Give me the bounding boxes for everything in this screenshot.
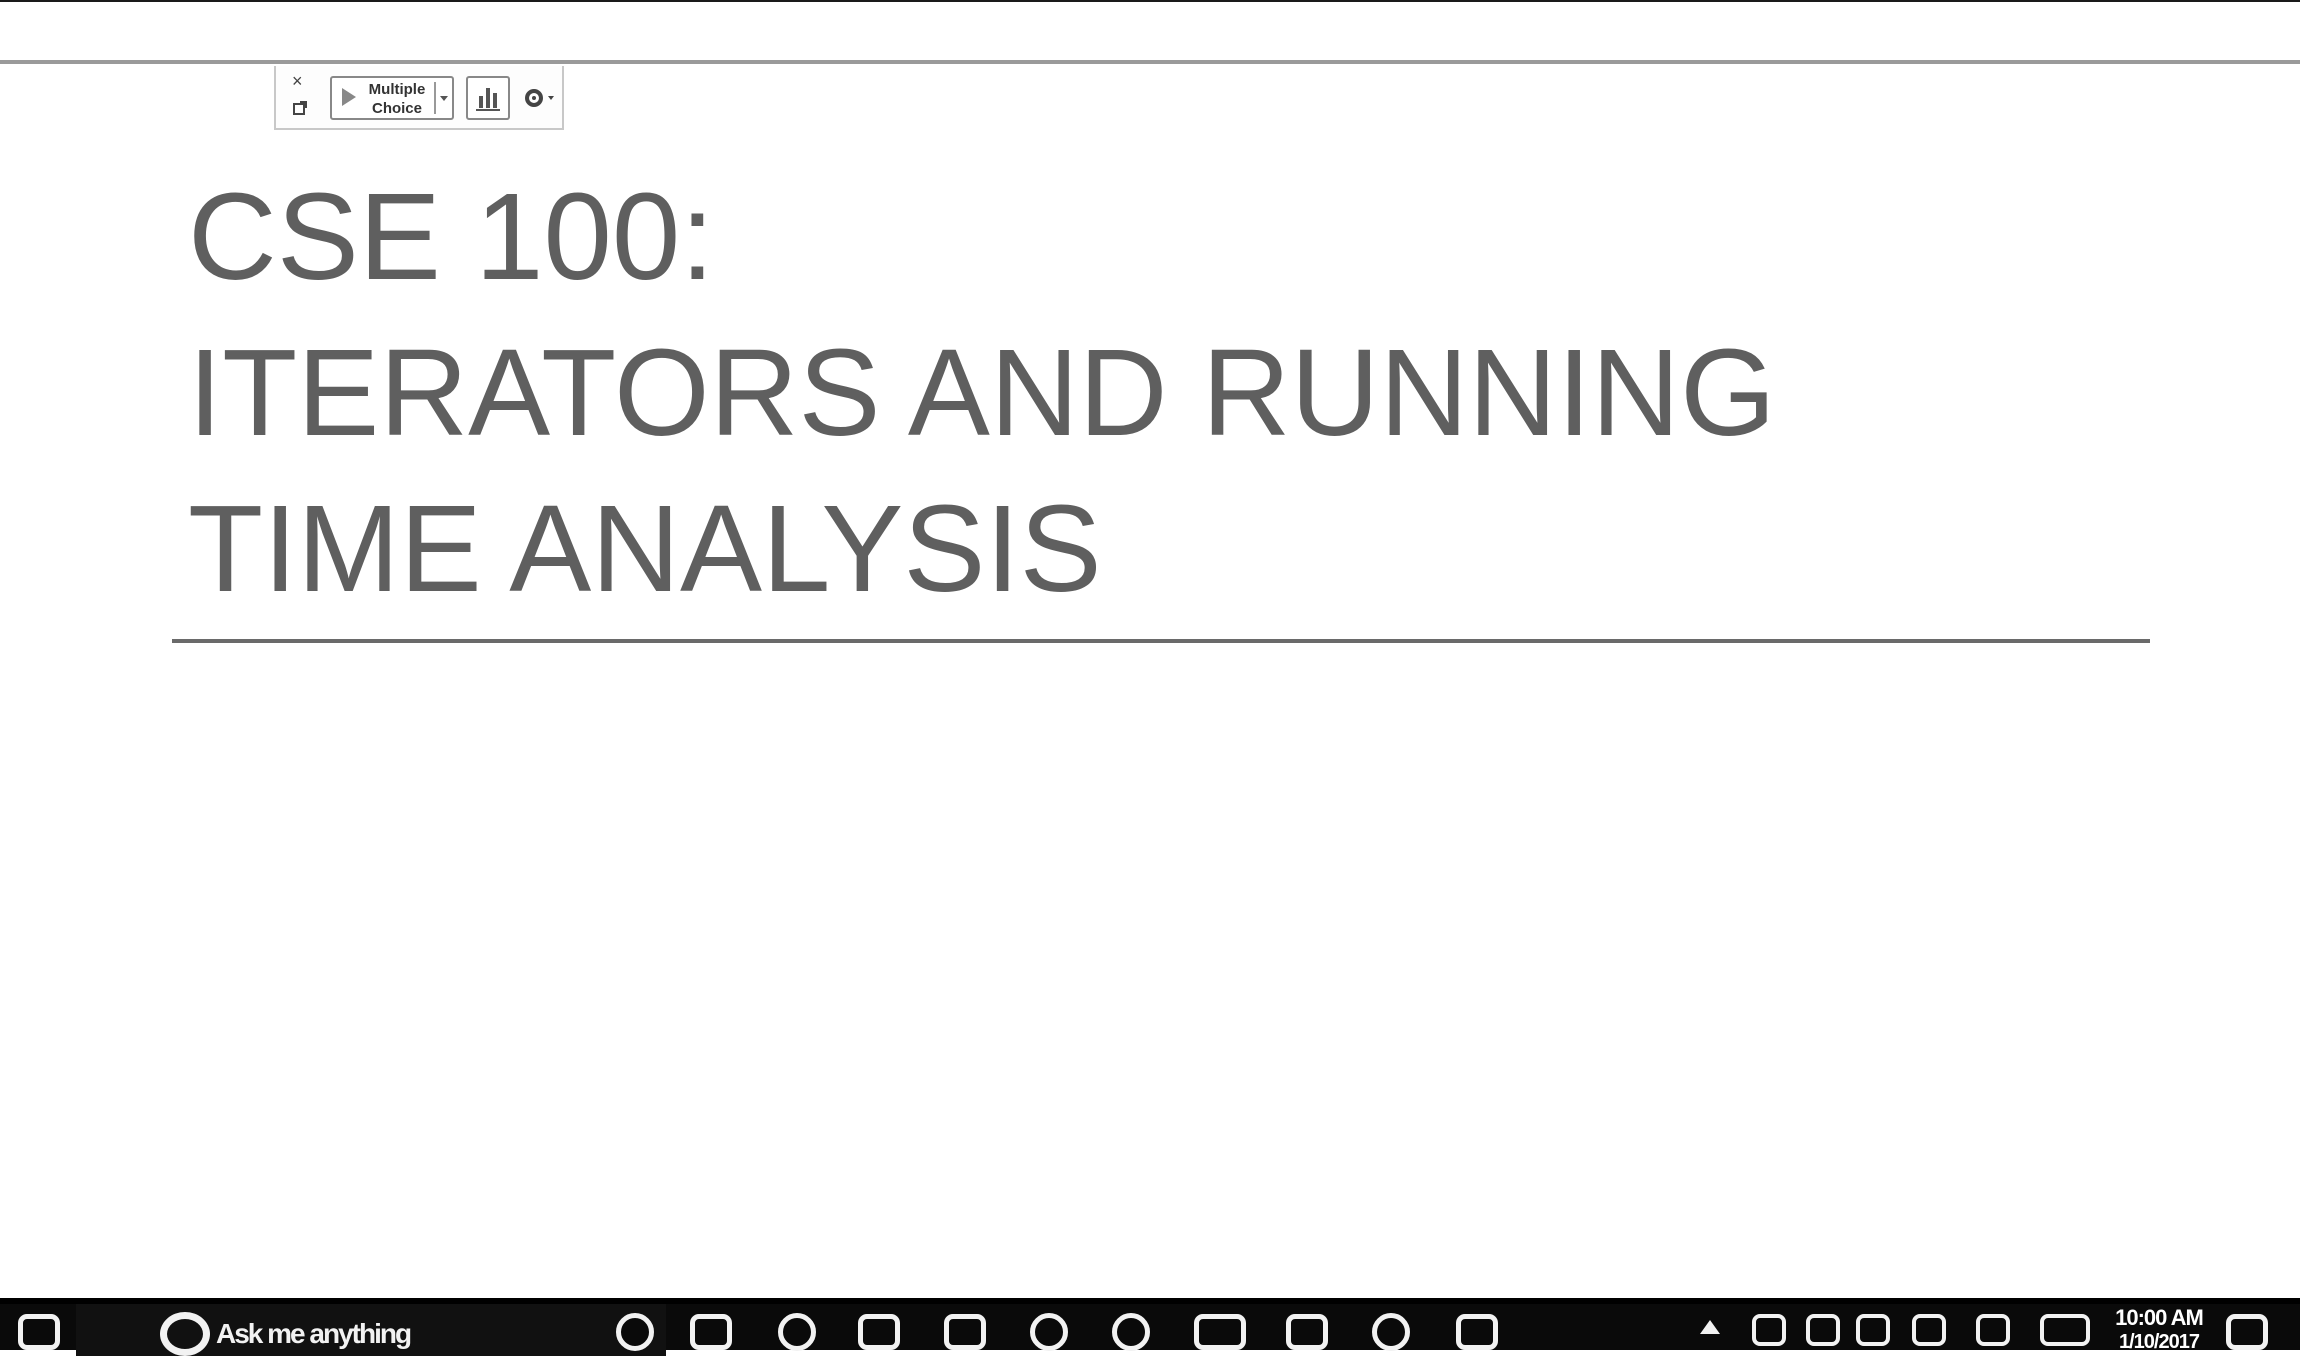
search-box[interactable]: Ask me anything [76, 1304, 666, 1356]
clock-date: 1/10/2017 [2119, 1331, 2200, 1353]
start-poll-button[interactable]: Multiple Choice [330, 76, 454, 120]
bar-chart-icon [476, 88, 500, 111]
slide-title-line-3: TIME ANALYSIS [188, 481, 1102, 618]
keyboard-icon[interactable] [2040, 1314, 2090, 1346]
store-icon[interactable] [944, 1314, 986, 1350]
clock[interactable]: 10:00 AM 1/10/2017 [2104, 1306, 2214, 1354]
slide-title-line-1: CSE 100: [188, 169, 715, 306]
clock-time: 10:00 AM [2115, 1305, 2204, 1330]
microphone-icon[interactable] [616, 1313, 654, 1351]
chevron-up-icon[interactable] [1700, 1320, 1720, 1334]
minimize-icon[interactable] [292, 100, 308, 116]
chrome-icon[interactable] [1030, 1313, 1068, 1351]
poll-type-label-line-2: Choice [371, 100, 422, 117]
skype-icon[interactable] [1372, 1313, 1410, 1351]
show-results-button[interactable] [466, 76, 510, 120]
poll-type-label-line-1: Multiple [368, 81, 426, 98]
window-top-border [0, 0, 2300, 2]
search-input[interactable]: Ask me anything [216, 1318, 412, 1350]
pen-icon[interactable] [1976, 1314, 2010, 1346]
poll-button-separator [434, 82, 436, 114]
wifi-icon[interactable] [1806, 1314, 1840, 1346]
play-icon [342, 88, 356, 106]
close-icon[interactable]: × [292, 72, 303, 90]
mail-icon[interactable] [1194, 1314, 1246, 1350]
app-icon[interactable] [1456, 1314, 1498, 1350]
notification-icon[interactable] [2226, 1314, 2268, 1350]
file-explorer-icon[interactable] [858, 1314, 900, 1350]
battery-icon[interactable] [1752, 1314, 1786, 1346]
poll-type-label: Multiple Choice [362, 80, 432, 118]
windows-start-icon[interactable] [18, 1314, 60, 1350]
onedrive-icon[interactable] [1912, 1314, 1946, 1346]
volume-icon[interactable] [1856, 1314, 1890, 1346]
gear-icon[interactable] [520, 84, 560, 112]
slide-top-rule [0, 60, 2300, 64]
clicker-toolbar: × Multiple Choice [274, 66, 564, 130]
edge-icon[interactable] [778, 1313, 816, 1351]
taskbar: Ask me anything 10:00 AM 1/10/2017 [0, 1298, 2300, 1356]
slide-title: CSE 100: ITERATORS AND RUNNING TIME ANAL… [188, 160, 1776, 628]
browser-icon[interactable] [1112, 1313, 1150, 1351]
cortana-icon[interactable] [160, 1312, 210, 1356]
chevron-down-icon[interactable] [440, 96, 448, 101]
slide-title-line-2: ITERATORS AND RUNNING [188, 325, 1776, 462]
task-view-icon[interactable] [690, 1314, 732, 1350]
title-underline [172, 639, 2150, 643]
onenote-icon[interactable] [1286, 1314, 1328, 1350]
